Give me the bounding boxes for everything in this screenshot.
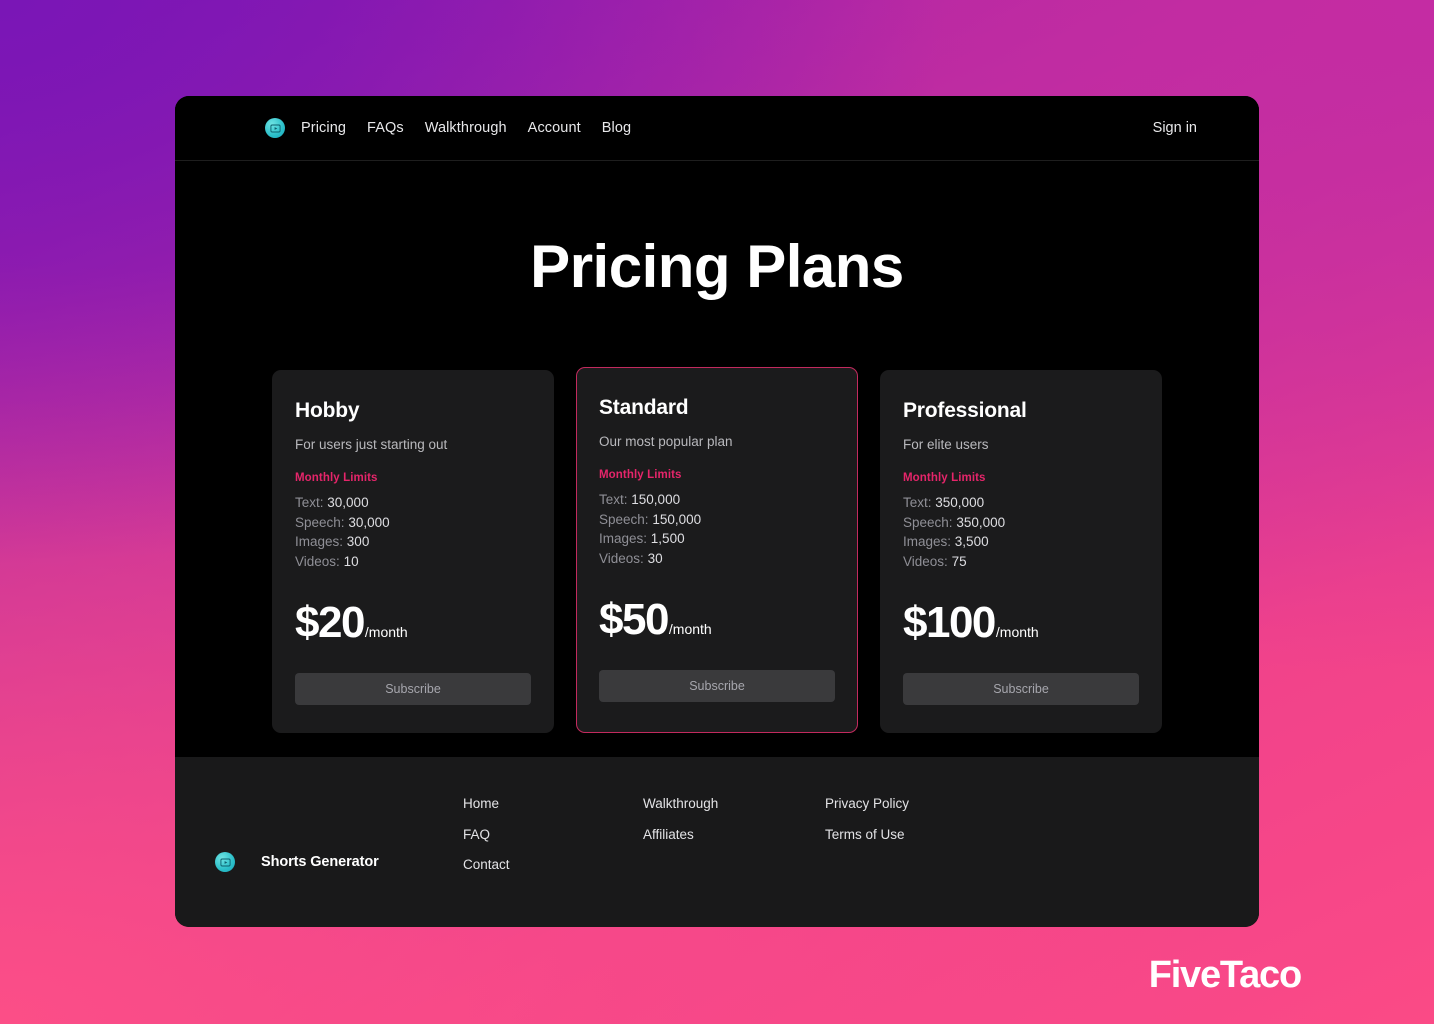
plan-tagline: For users just starting out	[295, 437, 448, 452]
limit-label: Images:	[903, 534, 952, 549]
pricing-plans-row: Hobby For users just starting out Monthl…	[175, 367, 1259, 733]
limit-value: 30,000	[327, 495, 369, 510]
limit-row-speech: Speech: 30,000	[295, 513, 531, 533]
nav-link-blog[interactable]: Blog	[602, 120, 631, 136]
plan-card-hobby[interactable]: Hobby For users just starting out Monthl…	[272, 370, 554, 733]
nav-link-account[interactable]: Account	[528, 120, 581, 136]
plan-price: $50 /month	[599, 598, 835, 642]
monthly-limits-heading: Monthly Limits	[903, 472, 986, 484]
limit-row-speech: Speech: 350,000	[903, 513, 1139, 533]
nav-link-walkthrough[interactable]: Walkthrough	[425, 120, 507, 136]
limit-row-videos: Videos: 75	[903, 552, 1139, 572]
sign-in-link[interactable]: Sign in	[1153, 120, 1197, 136]
page-title: Pricing Plans	[530, 233, 904, 300]
footer-column-1: Home FAQ Contact	[463, 797, 643, 927]
price-amount: $100	[903, 598, 996, 647]
limit-value: 150,000	[652, 511, 702, 527]
limit-row-videos: Videos: 10	[295, 552, 531, 572]
footer-link-home[interactable]: Home	[463, 797, 643, 811]
monthly-limits-heading: Monthly Limits	[599, 469, 682, 481]
limit-label: Videos:	[903, 553, 948, 569]
main-nav: Pricing FAQs Walkthrough Account Blog	[301, 120, 631, 136]
footer-brand[interactable]: Shorts Generator	[195, 797, 463, 927]
plan-name: Standard	[599, 396, 689, 419]
limit-row-text: Text: 150,000	[599, 490, 835, 510]
plan-price: $100 /month	[903, 601, 1139, 645]
site-header: Pricing FAQs Walkthrough Account Blog Si…	[175, 96, 1259, 161]
nav-link-pricing[interactable]: Pricing	[301, 120, 346, 136]
plan-name: Professional	[903, 399, 1027, 422]
limit-value: 350,000	[935, 495, 985, 510]
limit-row-images: Images: 1,500	[599, 529, 835, 549]
limit-value: 300	[346, 534, 370, 549]
footer-link-contact[interactable]: Contact	[463, 858, 643, 872]
price-period: /month	[668, 621, 712, 637]
limit-label: Speech:	[599, 511, 649, 527]
footer-link-faq[interactable]: FAQ	[463, 827, 643, 842]
subscribe-button[interactable]: Subscribe	[903, 673, 1139, 705]
plan-limits-list: Text: 30,000 Speech: 30,000 Images: 300 …	[295, 493, 531, 571]
footer-link-affiliates[interactable]: Affiliates	[643, 827, 825, 842]
site-footer: Shorts Generator Home FAQ Contact Walkth…	[175, 757, 1259, 927]
limit-label: Speech:	[295, 514, 345, 530]
footer-link-walkthrough[interactable]: Walkthrough	[643, 797, 825, 811]
video-play-circle-icon	[215, 852, 235, 872]
limit-row-text: Text: 30,000	[295, 493, 531, 513]
nav-link-faqs[interactable]: FAQs	[367, 120, 404, 136]
limit-label: Text:	[903, 495, 932, 510]
footer-brand-name: Shorts Generator	[261, 854, 379, 870]
limit-value: 10	[343, 553, 359, 569]
app-window: Pricing FAQs Walkthrough Account Blog Si…	[175, 96, 1259, 927]
plan-card-standard[interactable]: Standard Our most popular plan Monthly L…	[576, 367, 858, 733]
limit-value: 75	[951, 553, 967, 569]
limit-label: Videos:	[295, 553, 340, 569]
plan-price: $20 /month	[295, 601, 531, 645]
video-play-circle-icon[interactable]	[265, 118, 285, 138]
limit-row-speech: Speech: 150,000	[599, 510, 835, 530]
subscribe-button[interactable]: Subscribe	[295, 673, 531, 705]
plan-card-professional[interactable]: Professional For elite users Monthly Lim…	[880, 370, 1162, 733]
footer-column-3: Privacy Policy Terms of Use	[825, 797, 1025, 927]
limit-label: Videos:	[599, 550, 644, 566]
limit-value: 350,000	[956, 514, 1006, 530]
plan-tagline: For elite users	[903, 437, 989, 452]
footer-link-terms-of-use[interactable]: Terms of Use	[825, 827, 1025, 842]
footer-link-privacy-policy[interactable]: Privacy Policy	[825, 797, 1025, 811]
price-period: /month	[364, 624, 408, 640]
main-content: Pricing Plans Hobby For users just start…	[175, 161, 1259, 757]
limit-value: 30,000	[348, 514, 390, 530]
subscribe-button[interactable]: Subscribe	[599, 670, 835, 702]
limit-value: 3,500	[954, 534, 989, 549]
plan-limits-list: Text: 350,000 Speech: 350,000 Images: 3,…	[903, 493, 1139, 571]
limit-label: Text:	[599, 492, 628, 507]
monthly-limits-heading: Monthly Limits	[295, 472, 378, 484]
plan-limits-list: Text: 150,000 Speech: 150,000 Images: 1,…	[599, 490, 835, 568]
plan-tagline: Our most popular plan	[599, 434, 733, 449]
fivetaco-watermark: FiveTaco	[1148, 954, 1303, 996]
price-amount: $20	[295, 598, 365, 647]
limit-row-videos: Videos: 30	[599, 549, 835, 569]
limit-label: Images:	[295, 534, 344, 549]
limit-value: 30	[647, 550, 663, 566]
limit-value: 1,500	[650, 531, 685, 546]
limit-label: Speech:	[903, 514, 953, 530]
limit-label: Text:	[295, 495, 324, 510]
plan-name: Hobby	[295, 399, 360, 422]
footer-column-2: Walkthrough Affiliates	[643, 797, 825, 927]
limit-row-text: Text: 350,000	[903, 493, 1139, 513]
price-period: /month	[995, 624, 1039, 640]
limit-label: Images:	[599, 531, 648, 546]
price-amount: $50	[599, 595, 669, 644]
limit-row-images: Images: 300	[295, 532, 531, 552]
limit-value: 150,000	[631, 492, 681, 507]
limit-row-images: Images: 3,500	[903, 532, 1139, 552]
